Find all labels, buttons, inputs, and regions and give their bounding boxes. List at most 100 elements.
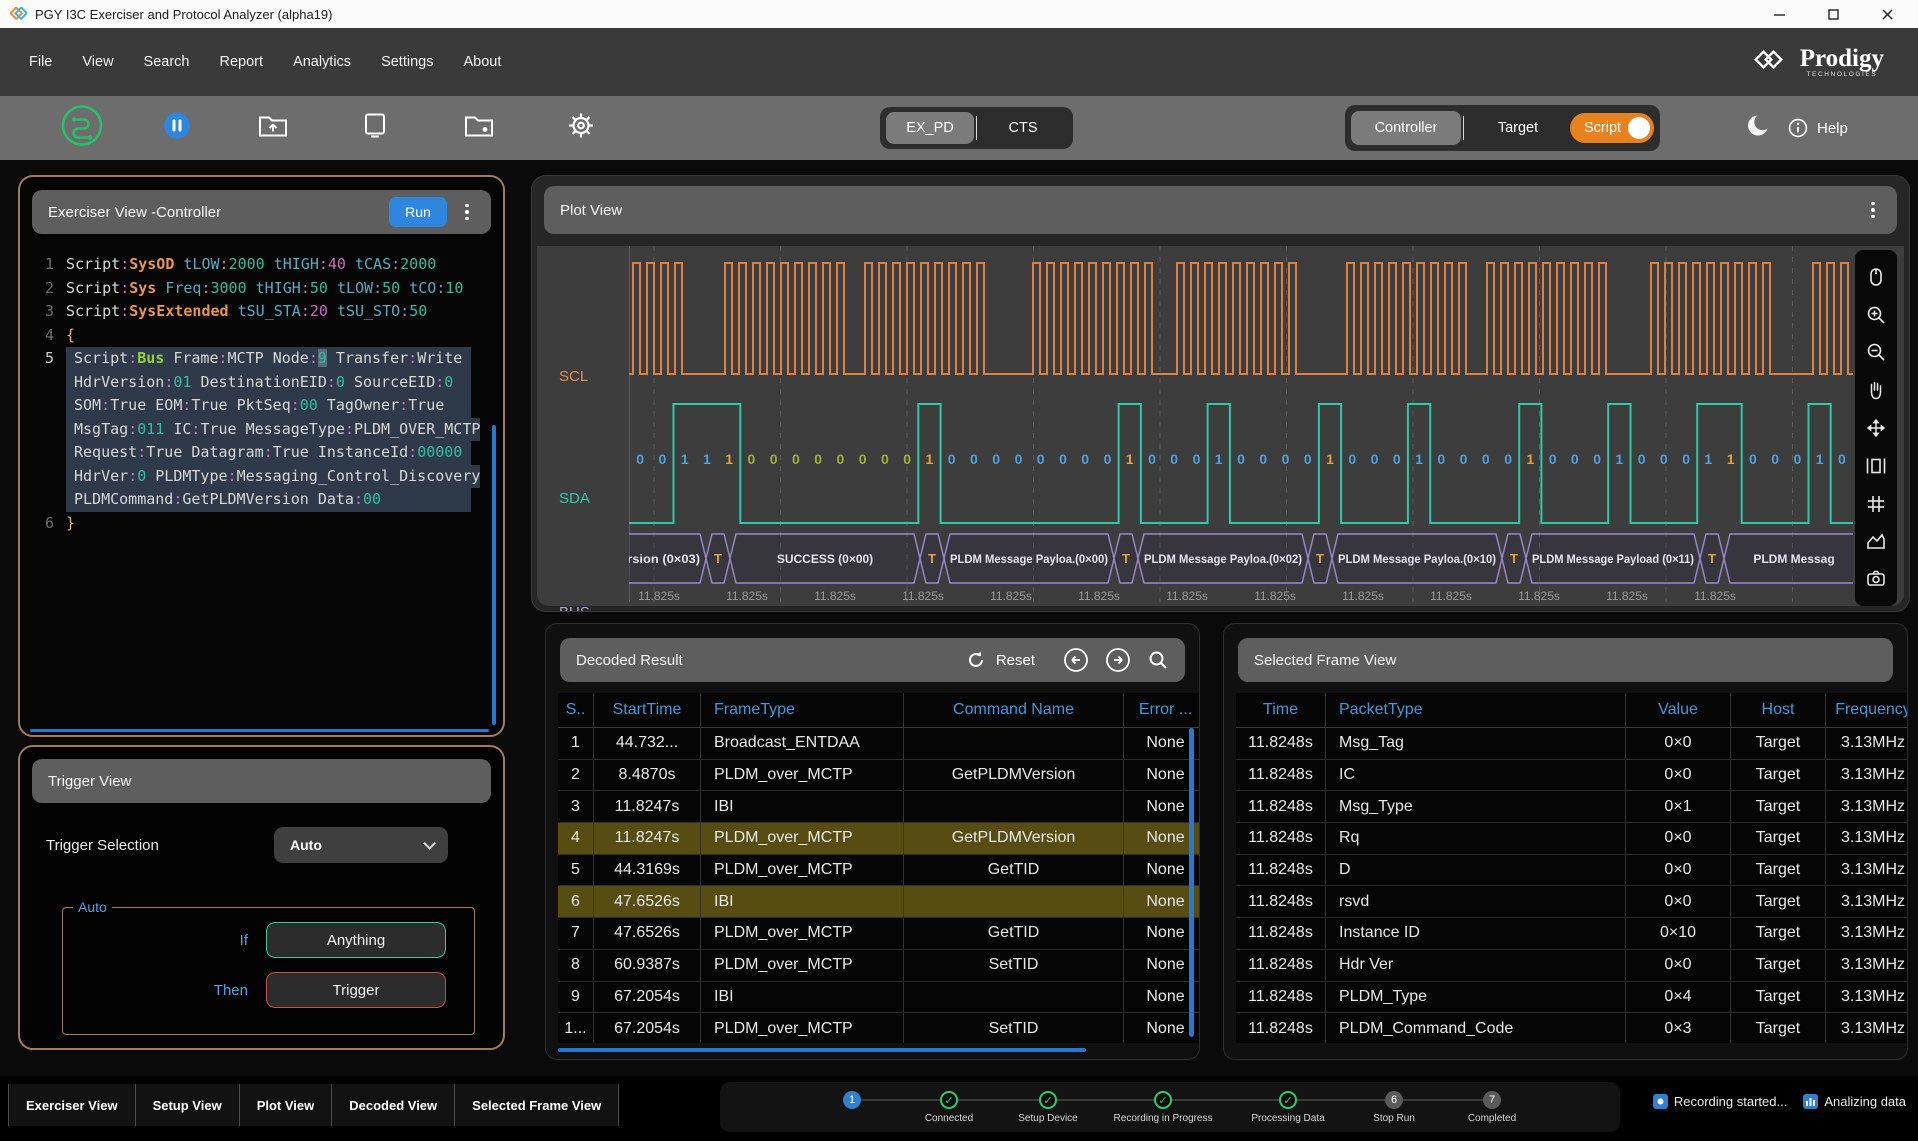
camera-icon[interactable] bbox=[1865, 568, 1887, 590]
table-row[interactable]: 11.8248sMsg_Tag0×0Target3.13MHz bbox=[1236, 728, 1908, 760]
role-target[interactable]: Target bbox=[1466, 111, 1570, 145]
columns-icon[interactable] bbox=[1865, 455, 1887, 477]
zoom-in-icon[interactable] bbox=[1865, 304, 1887, 326]
column-header[interactable]: Value bbox=[1626, 693, 1731, 727]
table-row[interactable]: 544.3169sPLDM_over_MCTPGetTIDNone bbox=[558, 855, 1200, 887]
menu-item-analytics[interactable]: Analytics bbox=[278, 44, 366, 80]
device-monitor-button[interactable] bbox=[362, 112, 388, 145]
waveform-area[interactable]: SCL SDA BUS 0011100000000100000000100010… bbox=[537, 246, 1904, 606]
menu-item-view[interactable]: View bbox=[67, 44, 128, 80]
table-row[interactable]: 11.8248sHdr Ver0×0Target3.13MHz bbox=[1236, 950, 1908, 982]
code-line: MsgTag:011 IC:True MessageType:PLDM_OVER… bbox=[28, 418, 499, 442]
move-icon[interactable] bbox=[1865, 417, 1887, 439]
mode-cts[interactable]: CTS bbox=[979, 112, 1067, 144]
menu-item-about[interactable]: About bbox=[448, 44, 516, 80]
script-editor[interactable]: 1Script:SysOD tLOW:2000 tHIGH:40 tCAS:20… bbox=[28, 253, 499, 535]
column-header[interactable]: S.. bbox=[558, 693, 594, 727]
cursor-mouse-icon[interactable] bbox=[1865, 266, 1887, 288]
table-row[interactable]: 747.6526sPLDM_over_MCTPGetTIDNone bbox=[558, 918, 1200, 950]
tab-exerciser-view[interactable]: Exerciser View bbox=[9, 1084, 136, 1126]
role-script-toggle[interactable]: Script bbox=[1570, 113, 1654, 143]
frame-view-table[interactable]: TimePacketTypeValueHostFrequency11.8248s… bbox=[1236, 693, 1908, 1043]
column-header[interactable]: Time bbox=[1236, 693, 1326, 727]
save-folder-button[interactable] bbox=[464, 113, 494, 144]
menubar: FileViewSearchReportAnalyticsSettingsAbo… bbox=[0, 28, 1918, 96]
open-folder-button[interactable] bbox=[258, 113, 288, 144]
sda-bit-value: 0 bbox=[1682, 451, 1690, 467]
pause-button[interactable] bbox=[162, 111, 192, 146]
refresh-icon[interactable] bbox=[966, 650, 986, 670]
menu-item-file[interactable]: File bbox=[14, 44, 67, 80]
next-frame-button[interactable] bbox=[1105, 647, 1131, 673]
role-controller[interactable]: Controller bbox=[1351, 111, 1461, 145]
settings-gear-button[interactable] bbox=[566, 111, 596, 146]
table-row[interactable]: 144.732...Broadcast_ENTDAANone bbox=[558, 728, 1200, 760]
column-header[interactable]: Host bbox=[1731, 693, 1826, 727]
footer: Exerciser ViewSetup ViewPlot ViewDecoded… bbox=[0, 1076, 1918, 1141]
tab-plot-view[interactable]: Plot View bbox=[240, 1084, 333, 1126]
run-button[interactable]: Run bbox=[389, 197, 447, 227]
menu-item-settings[interactable]: Settings bbox=[366, 44, 448, 80]
tab-setup-view[interactable]: Setup View bbox=[136, 1084, 240, 1126]
table-row[interactable]: 1...67.2054sPLDM_over_MCTPSetTIDNone bbox=[558, 1013, 1200, 1043]
column-header[interactable]: Command Name bbox=[904, 693, 1124, 727]
decoded-horizontal-scrollbar[interactable] bbox=[558, 1048, 1086, 1052]
sda-bit-value: 0 bbox=[659, 451, 667, 467]
kebab-menu-icon[interactable] bbox=[459, 204, 475, 221]
pan-hand-icon[interactable] bbox=[1865, 379, 1887, 401]
kebab-menu-icon[interactable] bbox=[1865, 202, 1881, 219]
sda-bit-value: 1 bbox=[1326, 451, 1334, 467]
dark-mode-moon-icon[interactable] bbox=[1745, 113, 1771, 144]
table-row[interactable]: 411.8247sPLDM_over_MCTPGetPLDMVersionNon… bbox=[558, 823, 1200, 855]
column-header[interactable]: Frequency bbox=[1826, 693, 1908, 727]
chart-icon[interactable] bbox=[1865, 530, 1887, 552]
zoom-out-icon[interactable] bbox=[1865, 341, 1887, 363]
sda-bit-value: 1 bbox=[1615, 451, 1623, 467]
menu-item-report[interactable]: Report bbox=[205, 44, 279, 80]
table-row[interactable]: 11.8248sMsg_Type0×1Target3.13MHz bbox=[1236, 791, 1908, 823]
table-row[interactable]: 967.2054sIBINone bbox=[558, 982, 1200, 1014]
minimize-button[interactable] bbox=[1772, 7, 1786, 21]
decoded-vertical-scrollbar[interactable] bbox=[1189, 728, 1194, 1037]
grid-icon[interactable] bbox=[1865, 493, 1887, 515]
table-row[interactable]: 11.8248sInstance ID0×10Target3.13MHz bbox=[1236, 918, 1908, 950]
table-cell: 3.13MHz bbox=[1826, 823, 1908, 854]
close-button[interactable] bbox=[1880, 7, 1894, 21]
table-cell: 3.13MHz bbox=[1826, 791, 1908, 822]
table-row[interactable]: 647.6526sIBINone bbox=[558, 886, 1200, 918]
table-cell: Msg_Tag bbox=[1326, 728, 1626, 759]
table-row[interactable]: 11.8248sPLDM_Command_Code0×3Target3.13MH… bbox=[1236, 1013, 1908, 1043]
connection-flow-button[interactable] bbox=[60, 104, 104, 153]
script-toggle-knob[interactable] bbox=[1628, 117, 1650, 139]
maximize-button[interactable] bbox=[1826, 7, 1840, 21]
decoded-table[interactable]: S..StartTimeFrameTypeCommand NameError .… bbox=[558, 693, 1200, 1043]
tab-selected-frame-view[interactable]: Selected Frame View bbox=[455, 1084, 619, 1126]
mode-ex-pd[interactable]: EX_PD bbox=[886, 112, 974, 144]
table-row[interactable]: 11.8248srsvd0×0Target3.13MHz bbox=[1236, 886, 1908, 918]
table-row[interactable]: 11.8248sIC0×0Target3.13MHz bbox=[1236, 760, 1908, 792]
table-cell: PLDM_over_MCTP bbox=[701, 1013, 904, 1043]
column-header[interactable]: PacketType bbox=[1326, 693, 1626, 727]
table-row[interactable]: 28.4870sPLDM_over_MCTPGetPLDMVersionNone bbox=[558, 760, 1200, 792]
editor-horizontal-scrollbar[interactable] bbox=[30, 729, 489, 732]
column-header[interactable]: FrameType bbox=[701, 693, 904, 727]
prodigy-logo-icon bbox=[1750, 47, 1790, 77]
table-row[interactable]: 11.8248sRq0×0Target3.13MHz bbox=[1236, 823, 1908, 855]
prev-frame-button[interactable] bbox=[1063, 647, 1089, 673]
editor-vertical-scrollbar[interactable] bbox=[492, 425, 496, 725]
help-button[interactable]: Help bbox=[1788, 118, 1848, 138]
table-row[interactable]: 860.9387sPLDM_over_MCTPSetTIDNone bbox=[558, 950, 1200, 982]
table-row[interactable]: 11.8248sD0×0Target3.13MHz bbox=[1236, 855, 1908, 887]
column-header[interactable]: Error ... bbox=[1124, 693, 1200, 727]
search-icon[interactable] bbox=[1147, 649, 1169, 671]
then-action-button[interactable]: Trigger bbox=[266, 972, 446, 1008]
table-row[interactable]: 11.8248sPLDM_Type0×4Target3.13MHz bbox=[1236, 982, 1908, 1014]
waveform-plot[interactable]: 0011100000000100000000100010000100010000… bbox=[629, 246, 1853, 608]
if-condition-button[interactable]: Anything bbox=[266, 922, 446, 958]
column-header[interactable]: StartTime bbox=[594, 693, 701, 727]
table-row[interactable]: 311.8247sIBINone bbox=[558, 791, 1200, 823]
trigger-selection-dropdown[interactable]: Auto bbox=[274, 827, 448, 863]
tab-decoded-view[interactable]: Decoded View bbox=[332, 1084, 455, 1126]
menu-item-search[interactable]: Search bbox=[129, 44, 205, 80]
reset-button[interactable]: Reset bbox=[996, 652, 1035, 669]
